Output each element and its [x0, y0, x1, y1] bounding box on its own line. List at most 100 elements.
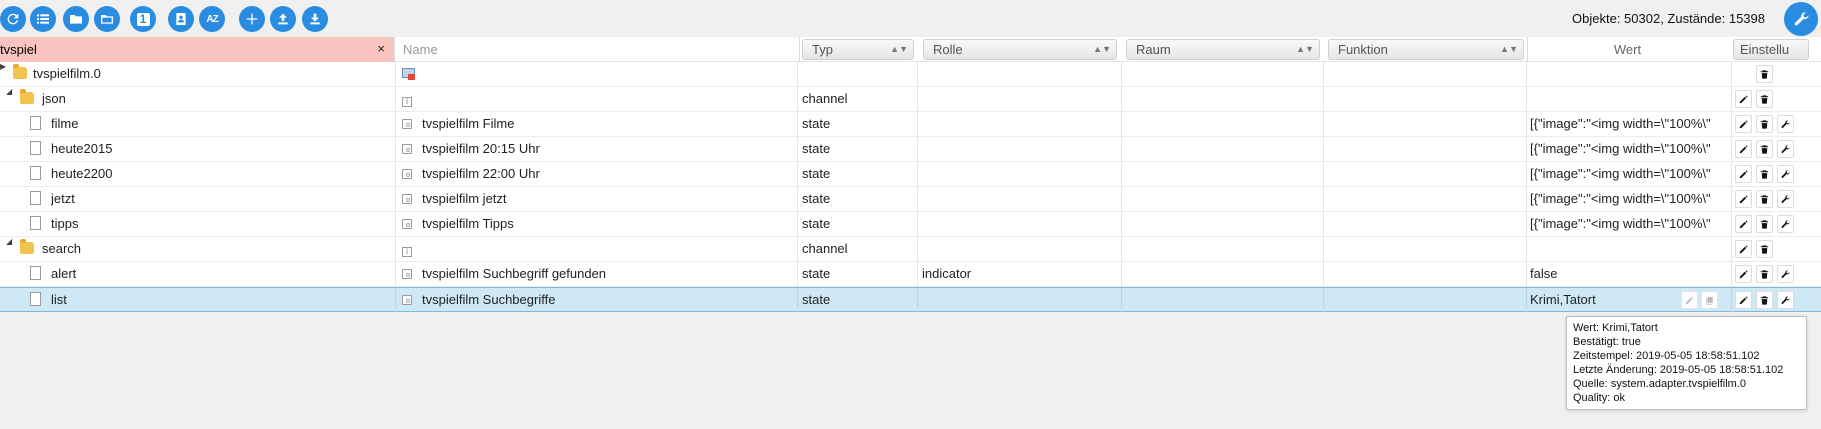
- upload-button[interactable]: [270, 6, 296, 32]
- delete-button[interactable]: [1756, 265, 1773, 283]
- raum-filter-select[interactable]: Raum ▲▼: [1126, 39, 1320, 60]
- row-id: heute2015: [51, 141, 113, 156]
- row-type: state: [802, 116, 831, 131]
- refresh-icon: [7, 13, 19, 25]
- edit-button[interactable]: [1735, 165, 1752, 183]
- funktion-filter-label: Funktion: [1338, 42, 1388, 57]
- expand-toggle-icon[interactable]: ▶: [0, 62, 6, 71]
- trash-icon: [1760, 295, 1769, 305]
- table-row[interactable]: tipps tvspielfilm Tipps state [{"image":…: [0, 212, 1821, 237]
- settings-row-button[interactable]: [1777, 215, 1794, 233]
- rolle-filter-label: Rolle: [933, 42, 963, 57]
- delete-button[interactable]: [1756, 90, 1773, 108]
- edit-value-button[interactable]: [1681, 291, 1698, 309]
- edit-button[interactable]: [1735, 215, 1752, 233]
- row-value[interactable]: false: [1530, 262, 1728, 286]
- edit-button[interactable]: [1735, 240, 1752, 258]
- settings-row-button[interactable]: [1777, 115, 1794, 133]
- row-value[interactable]: [{"image":"<img width=\"100%\": [1530, 162, 1728, 186]
- download-icon: [310, 13, 320, 25]
- edit-contact-button[interactable]: [168, 6, 194, 32]
- collapse-all-button[interactable]: [63, 6, 89, 32]
- id-filter: ×: [0, 37, 395, 62]
- file-icon: [30, 212, 41, 236]
- state-icon: [402, 262, 412, 286]
- expand-all-button[interactable]: [94, 6, 120, 32]
- file-icon: [30, 288, 41, 312]
- delete-button[interactable]: [1756, 215, 1773, 233]
- row-value[interactable]: [{"image":"<img width=\"100%\": [1530, 212, 1728, 236]
- delete-button[interactable]: [1756, 115, 1773, 133]
- delete-button[interactable]: [1756, 190, 1773, 208]
- tooltip-source: Quelle: system.adapter.tvspielfilm.0: [1573, 378, 1747, 390]
- edit-button[interactable]: [1735, 190, 1752, 208]
- row-type: state: [802, 166, 831, 181]
- einstellungen-column-header[interactable]: Einstellu: [1733, 39, 1809, 60]
- sort-az-icon: AZ: [206, 13, 218, 25]
- delete-button[interactable]: [1756, 65, 1773, 83]
- add-icon: [246, 13, 258, 25]
- id-filter-input[interactable]: [0, 40, 360, 59]
- row-value[interactable]: [{"image":"<img width=\"100%\": [1530, 137, 1728, 161]
- table-row[interactable]: ◢ search i channel: [0, 237, 1821, 262]
- pencil-icon: [1739, 194, 1748, 203]
- table-row[interactable]: filme tvspielfilm Filme state [{"image":…: [0, 112, 1821, 137]
- delete-button[interactable]: [1756, 240, 1773, 258]
- edit-button[interactable]: [1735, 265, 1752, 283]
- table-row[interactable]: heute2200 tvspielfilm 22:00 Uhr state [{…: [0, 162, 1821, 187]
- clear-filter-icon[interactable]: ×: [377, 41, 385, 56]
- delete-button[interactable]: [1756, 140, 1773, 158]
- edit-button[interactable]: [1735, 140, 1752, 158]
- expand-level-button[interactable]: 1: [130, 6, 156, 32]
- rolle-filter-select[interactable]: Rolle ▲▼: [923, 39, 1117, 60]
- name-filter: [395, 37, 800, 62]
- add-object-button[interactable]: [239, 6, 265, 32]
- typ-filter-select[interactable]: Typ ▲▼: [802, 39, 914, 60]
- toolbar: 1 AZ Objekte: 50302, Zustände: 15398: [0, 0, 1821, 37]
- edit-button[interactable]: [1735, 90, 1752, 108]
- state-icon: [402, 212, 412, 236]
- list-view-button[interactable]: [30, 6, 56, 32]
- table-row[interactable]: alert tvspielfilm Suchbegriff gefunden s…: [0, 262, 1821, 287]
- funktion-filter-select[interactable]: Funktion ▲▼: [1328, 39, 1524, 60]
- expand-toggle-icon[interactable]: ◢: [6, 237, 12, 246]
- row-value[interactable]: [{"image":"<img width=\"100%\": [1530, 187, 1728, 211]
- one-icon: 1: [136, 12, 150, 26]
- expand-toggle-icon[interactable]: ◢: [6, 87, 12, 96]
- edit-button[interactable]: [1735, 115, 1752, 133]
- table-row[interactable]: jetzt tvspielfilm jetzt state [{"image":…: [0, 187, 1821, 212]
- tooltip-last-change: Letzte Änderung: 2019-05-05 18:58:51.102: [1573, 364, 1784, 376]
- row-id: filme: [51, 116, 79, 131]
- edit-button[interactable]: [1735, 291, 1752, 309]
- settings-row-button[interactable]: [1777, 291, 1794, 309]
- table-row[interactable]: ◢ json i channel: [0, 87, 1821, 112]
- delete-button[interactable]: [1756, 165, 1773, 183]
- table-header: × Typ ▲▼ Rolle ▲▼ Raum ▲▼ Funktion ▲▼ We…: [0, 37, 1821, 62]
- settings-button[interactable]: [1784, 2, 1818, 36]
- state-icon: [402, 112, 412, 136]
- value-tooltip: Wert: Krimi,Tatort Bestätigt: true Zeits…: [1566, 316, 1807, 410]
- name-filter-input[interactable]: [403, 40, 783, 59]
- row-id: heute2200: [51, 166, 113, 181]
- sort-arrows-icon: ▲▼: [890, 44, 908, 54]
- row-value[interactable]: Krimi,Tatort: [1530, 288, 1670, 312]
- table-row[interactable]: ▶ tvspielfilm.0: [0, 62, 1821, 87]
- settings-row-button[interactable]: [1777, 190, 1794, 208]
- download-button[interactable]: [302, 6, 328, 32]
- row-name: tvspielfilm jetzt: [422, 191, 507, 206]
- refresh-button[interactable]: [0, 6, 26, 32]
- list-icon: [37, 14, 49, 24]
- settings-row-button[interactable]: [1777, 140, 1794, 158]
- table-row[interactable]: heute2015 tvspielfilm 20:15 Uhr state [{…: [0, 137, 1821, 162]
- sort-button[interactable]: AZ: [199, 6, 225, 32]
- row-name: tvspielfilm 20:15 Uhr: [422, 141, 540, 156]
- table-row-selected[interactable]: list tvspielfilm Suchbegriffe state Krim…: [0, 287, 1821, 313]
- row-value[interactable]: [{"image":"<img width=\"100%\": [1530, 112, 1728, 136]
- settings-row-button[interactable]: [1777, 265, 1794, 283]
- file-icon: [30, 112, 41, 136]
- file-icon: [30, 187, 41, 211]
- copy-value-button[interactable]: [1701, 291, 1718, 309]
- settings-row-button[interactable]: [1777, 165, 1794, 183]
- folder-icon: [70, 15, 82, 24]
- delete-button[interactable]: [1756, 291, 1773, 309]
